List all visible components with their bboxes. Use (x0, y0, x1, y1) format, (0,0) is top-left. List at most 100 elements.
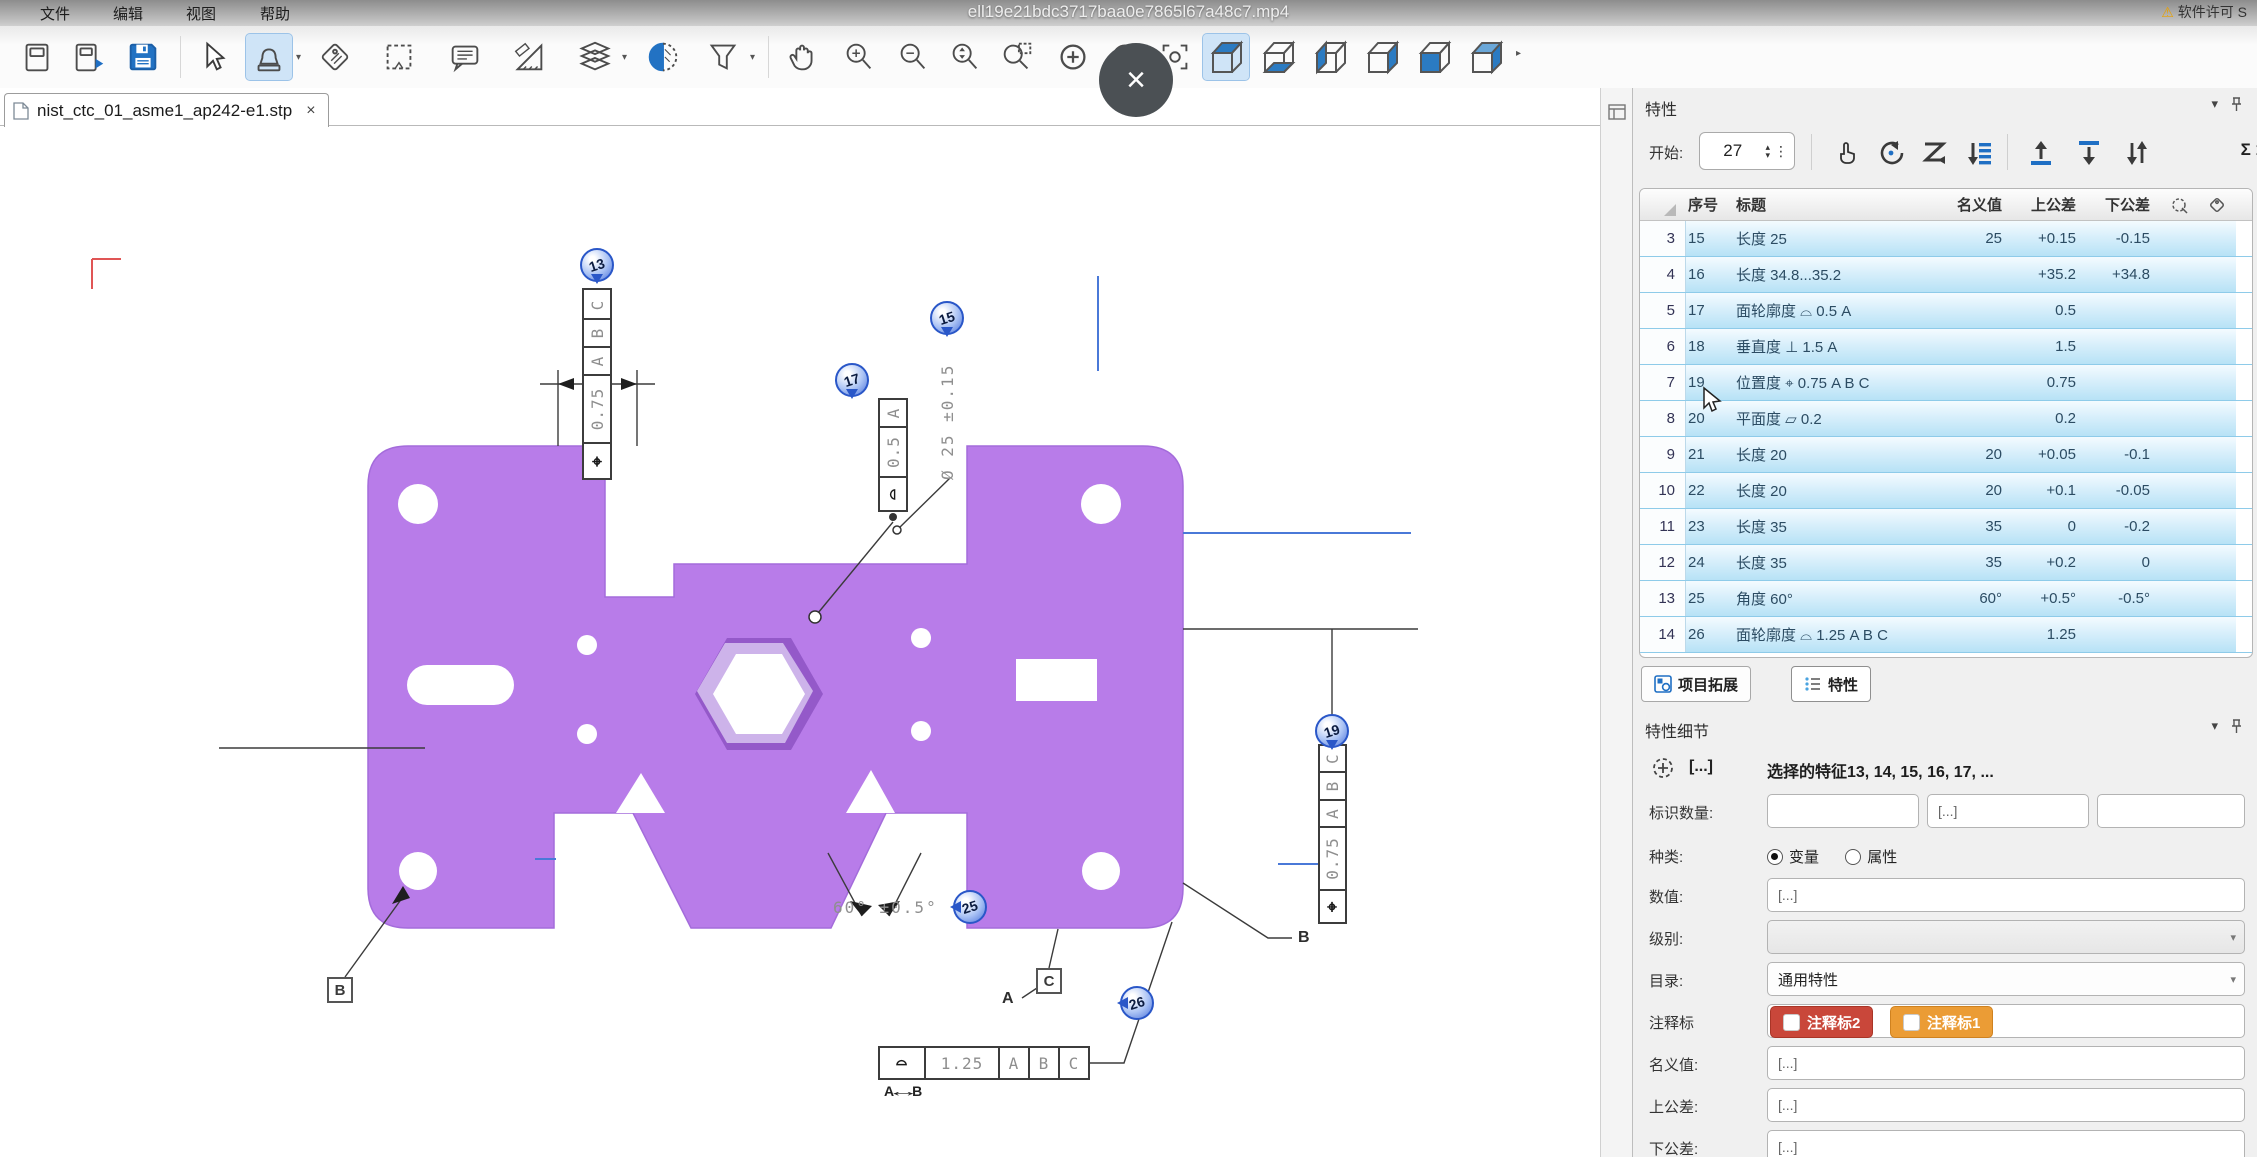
hole-top-left[interactable] (398, 484, 438, 524)
table-row[interactable]: 1123长度 35350-0.2 (1640, 509, 2252, 545)
table-header[interactable]: 序号 标题 名义值 上公差 下公差 (1640, 189, 2252, 221)
section-view-icon[interactable] (640, 34, 686, 80)
id-count-input-3[interactable] (2097, 794, 2245, 828)
select-cursor-icon[interactable] (190, 34, 236, 80)
table-row[interactable]: 416长度 34.8...35.2+35.2+34.8 (1640, 257, 2252, 293)
upper-tol-input[interactable] (1767, 1088, 2245, 1122)
note-tags-field[interactable]: 注释标2 注释标1 (1767, 1004, 2245, 1038)
checkbox-icon[interactable] (1903, 1014, 1920, 1031)
view-cube-iso-icon[interactable] (1463, 34, 1509, 80)
catalog-select[interactable]: 通用特性 ▾ (1767, 962, 2245, 996)
open-document-icon[interactable] (14, 34, 60, 80)
view-cube-left-icon[interactable] (1307, 34, 1353, 80)
small-hole[interactable] (577, 635, 597, 655)
col-upper[interactable]: 上公差 (2006, 189, 2082, 220)
start-number-stepper[interactable]: 27 ▴▾ ⋮ (1699, 132, 1795, 170)
pin-icon[interactable] (2230, 719, 2243, 734)
col-capture-icon[interactable] (2160, 189, 2198, 220)
tab-close-icon[interactable]: × (306, 102, 315, 120)
view-cube-top-icon[interactable] (1203, 34, 1249, 80)
start-value[interactable]: 27 (1700, 141, 1765, 161)
layers-dropdown-icon[interactable]: ▾ (622, 52, 627, 63)
pick-hand-icon[interactable] (1829, 136, 1865, 170)
radio-attribute[interactable] (1845, 849, 1861, 865)
pan-hand-icon[interactable] (780, 34, 826, 80)
hole-bottom-right[interactable] (1082, 852, 1120, 890)
table-row[interactable]: 719位置度 ⌖ 0.75 A B C0.75 (1640, 365, 2252, 401)
swap-order-icon[interactable] (2119, 136, 2155, 170)
stamp-dropdown-icon[interactable]: ▾ (296, 52, 301, 63)
increase-icon[interactable] (1050, 34, 1096, 80)
note-chip-1[interactable]: 注释标1 (1890, 1006, 1993, 1038)
note-chip-2[interactable]: 注释标2 (1770, 1006, 1873, 1038)
tab-project-expand[interactable]: 项目拓展 (1641, 666, 1751, 702)
nominal-input[interactable] (1767, 1046, 2245, 1080)
table-row[interactable]: 1224长度 3535+0.20 (1640, 545, 2252, 581)
sort-list-icon[interactable] (1961, 136, 1997, 170)
region-select-icon[interactable] (376, 34, 422, 80)
datum-a-label[interactable]: A (1002, 990, 1014, 1008)
zoom-fit-icon[interactable] (942, 34, 988, 80)
zoom-out-icon[interactable] (890, 34, 936, 80)
datum-b-right-label[interactable]: B (1298, 929, 1310, 947)
view-cube-right-icon[interactable] (1359, 34, 1405, 80)
datum-c-label[interactable]: C (1036, 968, 1062, 994)
layers-icon[interactable] (572, 34, 618, 80)
balloon-17[interactable]: 17 (835, 363, 869, 397)
dim-hole-diameter[interactable]: Ø 25 ±0.15 (938, 330, 957, 480)
measure-icon[interactable] (506, 34, 552, 80)
balloon-13[interactable]: 13 (580, 248, 614, 282)
document-tab[interactable]: nist_ctc_01_asme1_ap242-e1.stp × (4, 93, 329, 127)
save-icon[interactable] (120, 34, 166, 80)
table-row[interactable]: 517面轮廓度 ⌓ 0.5 A0.5 (1640, 293, 2252, 329)
small-hole[interactable] (911, 628, 931, 648)
comment-icon[interactable] (442, 34, 488, 80)
table-row[interactable]: 1325角度 60°60°+0.5°-0.5° (1640, 581, 2252, 617)
balloon-15[interactable]: 15 (930, 301, 964, 335)
tab-characteristics[interactable]: 特性 (1791, 666, 1871, 702)
hole-top-right[interactable] (1081, 484, 1121, 524)
move-top-icon[interactable] (2023, 136, 2059, 170)
table-row[interactable]: 618垂直度 ⊥ 1.5 A1.5 (1640, 329, 2252, 365)
balloon-25[interactable]: 25 (953, 890, 987, 924)
table-row[interactable]: 1426面轮廓度 ⌓ 1.25 A B C1.25 (1640, 617, 2252, 653)
drawing-canvas[interactable]: 13 17 15 19 25 26 ⌖0.75ABC ⌓0.5A ⌖0.75AB… (0, 126, 1600, 1157)
slot-rect[interactable] (1016, 659, 1097, 701)
stepper-menu-icon[interactable]: ⋮ (1774, 143, 1794, 160)
value-input[interactable] (1767, 878, 2245, 912)
fcf-position-0.75-abc-right[interactable]: ⌖0.75ABC (1318, 744, 1347, 924)
panel-splitter[interactable] (1600, 88, 1632, 1157)
table-row[interactable]: 1022长度 2020+0.1-0.05 (1640, 473, 2252, 509)
col-nominal[interactable]: 名义值 (1940, 189, 2006, 220)
zoom-window-icon[interactable] (994, 34, 1040, 80)
panel-collapse-icon[interactable]: ▾ (2211, 96, 2218, 112)
small-hole[interactable] (911, 721, 931, 741)
view-cube-bottom-icon[interactable] (1255, 34, 1301, 80)
lower-tol-input[interactable] (1767, 1130, 2245, 1157)
id-count-input-1[interactable] (1767, 794, 1919, 828)
pin-icon[interactable] (2230, 97, 2243, 112)
level-select[interactable]: ▾ (1767, 920, 2245, 954)
col-seq[interactable]: 序号 (1686, 189, 1728, 220)
datum-b-label[interactable]: B (327, 977, 353, 1003)
fcf-profile-0.5-a[interactable]: ⌓0.5A (878, 398, 908, 512)
table-row[interactable]: 315长度 2525+0.15-0.15 (1640, 221, 2252, 257)
hole-bottom-left[interactable] (399, 852, 437, 890)
col-tag-icon[interactable] (2198, 189, 2236, 220)
radio-variable[interactable] (1767, 849, 1783, 865)
slot-obround[interactable] (407, 665, 514, 705)
video-close-button[interactable]: × (1099, 43, 1173, 117)
import-document-icon[interactable] (66, 34, 112, 80)
move-bottom-icon[interactable] (2071, 136, 2107, 170)
panel-toggle-icon[interactable] (1607, 102, 1627, 122)
stepper-arrows-icon[interactable]: ▴▾ (1765, 143, 1774, 159)
rotate-icon[interactable] (1873, 136, 1909, 170)
fcf-position-0.75-abc[interactable]: ⌖0.75ABC (582, 288, 612, 480)
zoom-in-icon[interactable] (836, 34, 882, 80)
table-row[interactable]: 820平面度 ▱ 0.20.2 (1640, 401, 2252, 437)
tag-icon[interactable] (312, 34, 358, 80)
checkbox-icon[interactable] (1783, 1014, 1800, 1031)
select-all-corner[interactable] (1640, 189, 1686, 220)
balloon-26[interactable]: 26 (1120, 986, 1154, 1020)
col-title[interactable]: 标题 (1728, 189, 1940, 220)
